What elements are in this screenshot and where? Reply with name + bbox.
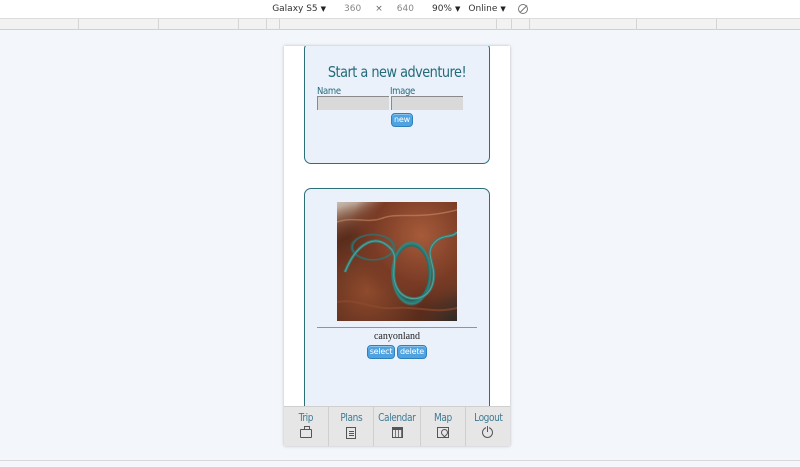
media-query-ruler[interactable] [0, 18, 800, 30]
dimension-separator: × [375, 4, 383, 14]
network-select-label: Online [468, 4, 498, 14]
nav-item-calendar[interactable]: Calendar [374, 407, 421, 446]
trip-card: canyonland select delete [304, 188, 490, 418]
new-trip-card: Start a new adventure! Name Image new [304, 46, 490, 164]
ruler-tick [496, 19, 497, 30]
bottom-navigation: Trip Plans Calendar Map Logout [284, 406, 510, 446]
zoom-select[interactable]: 90% ▼ [432, 4, 460, 14]
nav-label: Plans [340, 411, 363, 424]
nav-item-trip[interactable]: Trip [284, 407, 330, 446]
new-trip-button[interactable]: new [391, 113, 413, 127]
ruler-tick [716, 19, 717, 30]
nav-item-logout[interactable]: Logout [466, 407, 510, 446]
power-icon [482, 426, 494, 438]
briefcase-icon [300, 426, 313, 438]
ruler-tick [529, 19, 530, 30]
calendar-icon [391, 427, 403, 438]
page-title: Start a new adventure! [327, 63, 467, 81]
ruler-tick [636, 19, 637, 30]
trip-image-input[interactable] [391, 96, 463, 110]
ruler-tick [158, 19, 159, 30]
nav-label: Logout [473, 411, 503, 424]
ruler-tick [279, 19, 280, 30]
trip-name: canyonland [373, 331, 421, 342]
canyon-photo [337, 209, 457, 312]
document-edit-icon [346, 427, 357, 439]
network-throttle-select[interactable]: Online ▼ [468, 4, 505, 14]
rotate-icon[interactable] [517, 4, 528, 14]
ruler-tick [78, 19, 79, 30]
nav-label: Map [433, 411, 452, 424]
ruler-tick [266, 19, 267, 30]
device-viewport: Start a new adventure! Name Image new ca… [284, 46, 510, 446]
divider [317, 327, 477, 328]
page-bottom-border [0, 460, 800, 461]
chevron-down-icon: ▼ [500, 5, 506, 13]
devtools-device-toolbar: Galaxy S5 ▼ 360 × 640 90% ▼ Online ▼ [0, 0, 800, 18]
zoom-select-label: 90% [431, 4, 452, 14]
ruler-tick [238, 19, 239, 30]
map-icon [436, 427, 449, 438]
viewport-width[interactable]: 360 [344, 4, 361, 14]
nav-label: Trip [298, 411, 314, 424]
trip-thumbnail [337, 202, 457, 321]
trip-name-input[interactable] [317, 96, 389, 110]
viewport-height[interactable]: 640 [397, 4, 414, 14]
select-button[interactable]: select [367, 345, 395, 359]
chevron-down-icon: ▼ [454, 5, 461, 13]
nav-item-map[interactable]: Map [421, 407, 466, 446]
nav-item-plans[interactable]: Plans [329, 407, 375, 446]
device-select-label: Galaxy S5 [272, 4, 318, 14]
delete-button[interactable]: delete [397, 345, 427, 359]
ruler-tick [511, 19, 512, 30]
nav-label: Calendar [378, 411, 416, 424]
chevron-down-icon: ▼ [320, 5, 327, 13]
device-select[interactable]: Galaxy S5 ▼ [272, 4, 326, 14]
